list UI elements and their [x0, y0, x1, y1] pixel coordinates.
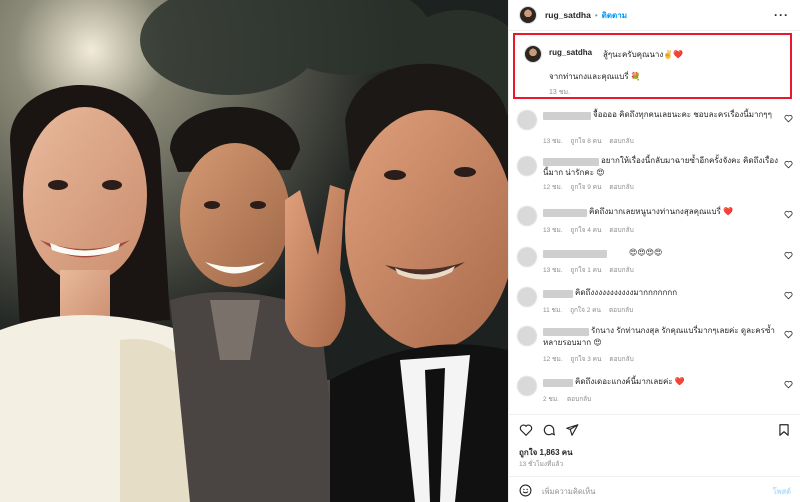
comment-meta: 13 ชม. ถูกใจ 8 คน ตอบกลับ: [543, 136, 642, 146]
author-username[interactable]: rug_satdha: [545, 10, 591, 20]
comment-time: 13 ชม.: [543, 267, 563, 274]
comment-meta: 13 ชม. ถูกใจ 4 คน ตอบกลับ: [543, 225, 642, 235]
comment-icon[interactable]: [542, 423, 556, 437]
comment-avatar[interactable]: [517, 287, 537, 307]
avatar[interactable]: [519, 6, 537, 24]
reply-button[interactable]: ตอบกลับ: [609, 356, 633, 363]
comment-likes[interactable]: ถูกใจ 1 คน: [571, 267, 602, 274]
smile-icon[interactable]: [519, 484, 532, 497]
comment-avatar[interactable]: [517, 110, 537, 130]
selfie-photo-illustration: [0, 0, 508, 502]
more-icon[interactable]: ···: [774, 8, 789, 22]
caption-username[interactable]: rug_satdha: [549, 48, 592, 57]
heart-icon[interactable]: [784, 160, 793, 169]
reply-button[interactable]: ตอบกลับ: [567, 396, 591, 403]
comment-meta: 12 ชม. ถูกใจ 3 คน ตอบกลับ: [543, 354, 642, 364]
heart-icon[interactable]: [784, 380, 793, 389]
heart-icon[interactable]: [784, 210, 793, 219]
caption-time: 13 ชม.: [549, 89, 571, 96]
comment-text: คิดถึงเดอะแกงค์นี้มากเลยค่ะ ❤️: [575, 377, 685, 386]
comment-time: 13 ชม.: [543, 138, 563, 145]
comment-likes[interactable]: ถูกใจ 9 คน: [571, 184, 602, 191]
post-photo: [0, 0, 508, 502]
reply-button[interactable]: ตอบกลับ: [609, 307, 633, 314]
comment-avatar[interactable]: [517, 156, 537, 176]
instagram-post-view: rug_satdha • ติดตาม ··· rug_satdha สู้ๆน…: [0, 0, 800, 502]
comment-avatar[interactable]: [517, 247, 537, 267]
separator-dot: •: [594, 10, 598, 20]
reply-button[interactable]: ตอบกลับ: [609, 267, 633, 274]
comment-avatar[interactable]: [517, 326, 537, 346]
bookmark-icon[interactable]: [777, 423, 791, 437]
caption-highlight-box: rug_satdha สู้ๆนะครับคุณนาง✌️❤️ จากท่านก…: [513, 33, 792, 99]
reply-button[interactable]: ตอบกลับ: [609, 184, 633, 191]
action-bar: [509, 414, 800, 444]
post-side-panel: rug_satdha • ติดตาม ··· rug_satdha สู้ๆน…: [508, 0, 800, 502]
reply-button[interactable]: ตอบกลับ: [609, 138, 633, 145]
comment-time: 11 ชม.: [543, 307, 563, 314]
caption-text-line1: สู้ๆนะครับคุณนาง✌️❤️: [603, 50, 684, 59]
heart-icon[interactable]: [784, 291, 793, 300]
add-comment-bar: เพิ่มความคิดเห็น โพสต์: [509, 476, 800, 502]
heart-icon[interactable]: [784, 330, 793, 339]
comment-text: รักนาง รักท่านกงสุล รักคุณแบรี่มากๆเลยค่…: [543, 326, 775, 347]
comment-text: อยากให้เรื่องนี้กลับมาฉายซ้ำอีกครั้งจังค…: [543, 156, 779, 177]
comment-text: จื้ออออ คิดถึงทุกคนเลยนะคะ ชอบละครเรื่อง…: [593, 110, 772, 119]
share-icon[interactable]: [565, 423, 579, 437]
comment-meta: 13 ชม. ถูกใจ 1 คน ตอบกลับ: [543, 265, 642, 275]
comment-avatar[interactable]: [517, 376, 537, 396]
reply-button[interactable]: ตอบกลับ: [609, 227, 633, 234]
follow-button[interactable]: ติดตาม: [602, 9, 627, 22]
comment-avatar[interactable]: [517, 206, 537, 226]
comment-meta: 2 ชม. ตอบกลับ: [543, 394, 599, 404]
comment-text: 😍😍😍😍: [629, 248, 663, 257]
likes-count[interactable]: ถูกใจ 1,863 คน: [519, 446, 573, 459]
comment-likes[interactable]: ถูกใจ 8 คน: [571, 138, 602, 145]
comment-time: 12 ชม.: [543, 356, 563, 363]
heart-icon[interactable]: [784, 251, 793, 260]
posted-time: 13 ชั่วโมงที่แล้ว: [519, 461, 564, 468]
comment-time: 12 ชม.: [543, 184, 563, 191]
heart-icon[interactable]: [519, 423, 533, 437]
comment-time: 13 ชม.: [543, 227, 563, 234]
comment-likes[interactable]: ถูกใจ 4 คน: [571, 227, 602, 234]
heart-icon[interactable]: [784, 114, 793, 123]
caption-avatar[interactable]: [524, 45, 542, 63]
post-comment-button[interactable]: โพสต์: [773, 486, 791, 498]
comment-text: คิดถึงงงงงงงงงงงมากกกกกกก: [575, 288, 678, 297]
comment-text: คิดถึงมากเลยหนูนางท่านกงสุลคุณแบรี่ ❤️: [589, 207, 734, 216]
comment-input[interactable]: เพิ่มความคิดเห็น: [542, 486, 595, 498]
comment-likes[interactable]: ถูกใจ 3 คน: [571, 356, 602, 363]
post-header: rug_satdha • ติดตาม ···: [509, 0, 800, 31]
comment-meta: 11 ชม. ถูกใจ 2 คน ตอบกลับ: [543, 305, 641, 315]
comment-likes[interactable]: ถูกใจ 2 คน: [570, 307, 601, 314]
caption-text-line2: จากท่านกงและคุณแบรี่ 💐: [549, 72, 641, 81]
blurred-username: [543, 250, 607, 258]
comment-time: 2 ชม.: [543, 396, 559, 403]
comment-meta: 12 ชม. ถูกใจ 9 คน ตอบกลับ: [543, 182, 642, 192]
